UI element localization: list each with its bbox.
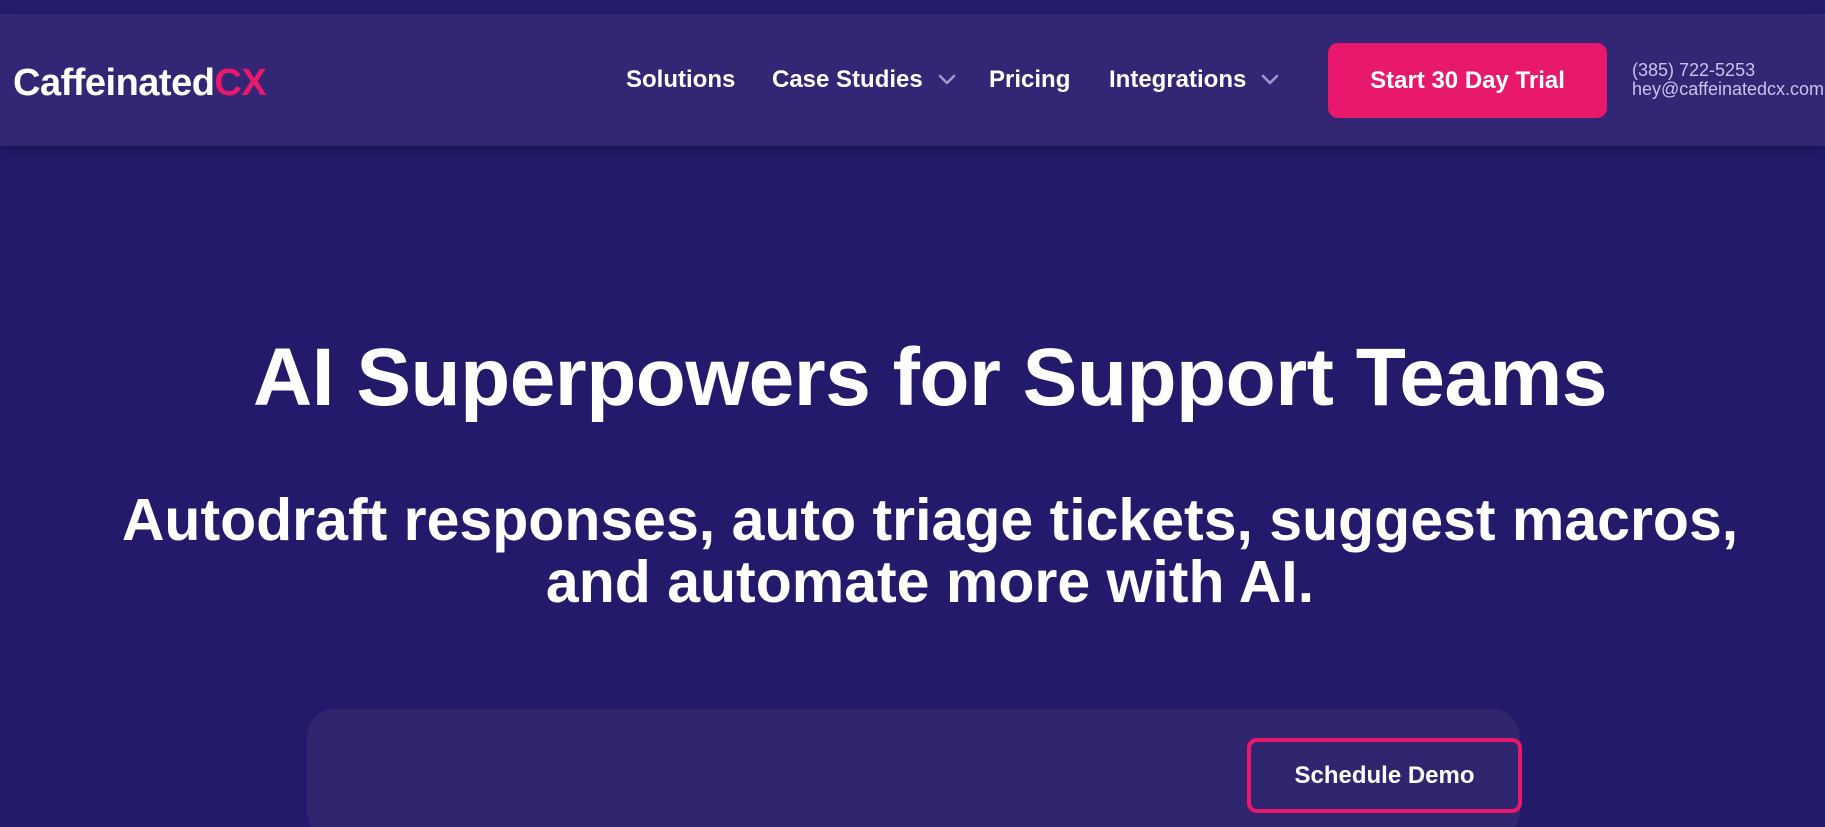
hero-subtitle-line-1: Autodraft responses, auto triage tickets… <box>121 487 1739 553</box>
nav-item-label: Pricing <box>989 66 1071 93</box>
hero-title: AI Superpowers for Support Teams <box>253 332 1607 423</box>
chevron-down-icon <box>1262 74 1279 85</box>
nav-item-pricing[interactable]: Pricing <box>989 66 1070 94</box>
contact-info: (385) 722-5253 hey@caffeinatedcx.com <box>1632 61 1825 99</box>
nav-item-label: Solutions <box>626 66 736 93</box>
logo-main-text: Caffeinated <box>13 62 215 104</box>
nav-item-label: Case Studies <box>772 66 923 93</box>
phone-link[interactable]: (385) 722-5253 <box>1632 61 1825 80</box>
email-link[interactable]: hey@caffeinatedcx.com <box>1632 80 1825 99</box>
navbar: CaffeinatedCX Solutions Case Studies Pri… <box>0 14 1825 146</box>
nav-item-case-studies[interactable]: Case Studies <box>772 66 957 94</box>
hero-subtitle-line-2: and automate more with AI. <box>545 549 1315 615</box>
chevron-down-icon <box>938 74 955 85</box>
page: CaffeinatedCX Solutions Case Studies Pri… <box>0 0 1825 827</box>
top-strip <box>0 0 1825 14</box>
schedule-demo-button[interactable]: Schedule Demo <box>1247 738 1522 813</box>
nav-item-integrations[interactable]: Integrations <box>1109 66 1280 94</box>
nav-item-label: Integrations <box>1109 66 1247 93</box>
hero-subtitle: Autodraft responses, auto triage tickets… <box>0 489 1825 613</box>
start-trial-button[interactable]: Start 30 Day Trial <box>1328 43 1607 118</box>
logo-accent-text: CX <box>214 62 267 104</box>
logo[interactable]: CaffeinatedCX <box>13 62 267 105</box>
nav-item-solutions[interactable]: Solutions <box>626 66 735 94</box>
